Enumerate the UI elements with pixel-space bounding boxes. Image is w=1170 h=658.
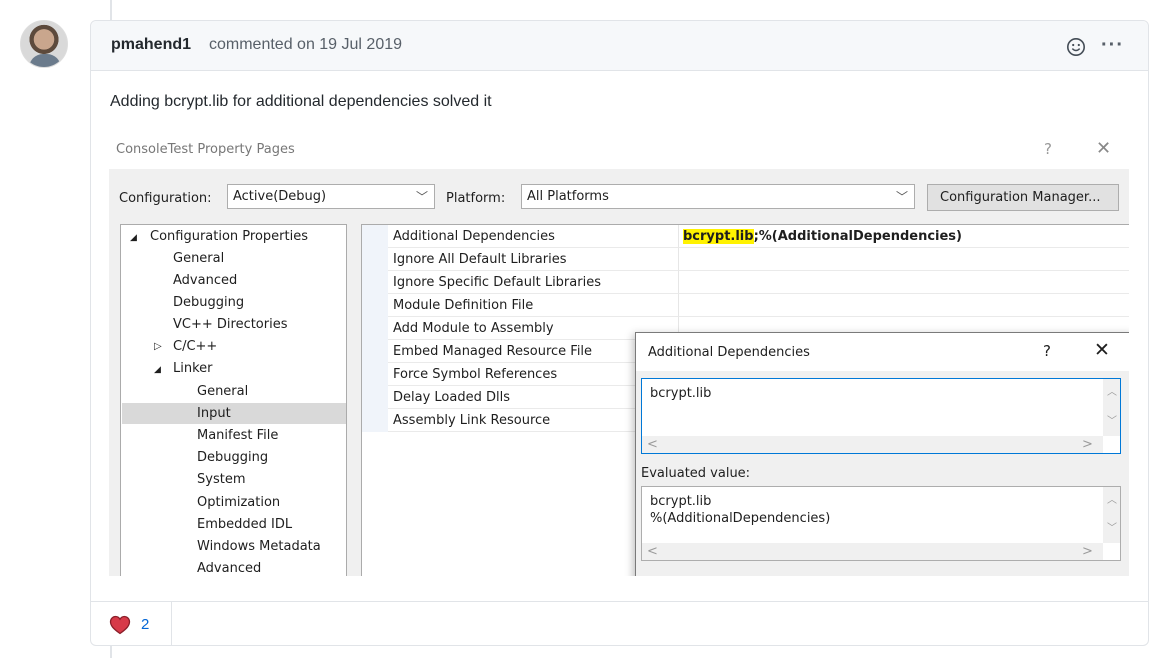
vertical-scrollbar[interactable]: ︿ ﹀ (1103, 379, 1120, 436)
reactions-bar: 2 (90, 601, 1149, 646)
window-title: ConsoleTest Property Pages (116, 142, 295, 157)
dependencies-edit-value: bcrypt.lib (650, 386, 712, 401)
tree-selection (122, 403, 346, 424)
expand-icon[interactable]: ◢ (154, 365, 161, 375)
configuration-label: Configuration: (119, 191, 212, 206)
comment-body: Adding bcrypt.lib for additional depende… (110, 93, 492, 110)
embedded-screenshot: ConsoleTest Property Pages ? ✕ Configura… (109, 129, 1129, 576)
property-name: Add Module to Assembly (393, 321, 554, 336)
help-icon: ? (1044, 140, 1052, 158)
property-row[interactable]: Module Definition File (362, 294, 1129, 317)
configuration-dropdown[interactable]: Active(Debug) ﹀ (227, 184, 435, 209)
tree-item-linker-general[interactable]: General (197, 384, 248, 399)
collapsed-icon[interactable]: ▷ (154, 341, 162, 352)
horizontal-scrollbar[interactable]: < > (642, 543, 1103, 560)
property-name: Additional Dependencies (393, 229, 555, 244)
tree-item-advanced[interactable]: Advanced (173, 273, 237, 288)
ellipsis-icon[interactable]: ··· (1101, 34, 1124, 57)
evaluated-value-label: Evaluated value: (641, 466, 751, 481)
property-row[interactable]: Additional Dependencies bcrypt.lib;%(Add… (362, 225, 1129, 248)
tree-item-configuration-properties[interactable]: Configuration Properties (150, 229, 308, 244)
expand-icon[interactable]: ◢ (130, 233, 137, 243)
comment-timestamp[interactable]: commented on 19 Jul 2019 (209, 36, 402, 54)
tree-item-optimization[interactable]: Optimization (197, 495, 280, 510)
help-icon[interactable]: ? (1043, 342, 1051, 360)
platform-value: All Platforms (527, 189, 609, 204)
tree-item-vc-directories[interactable]: VC++ Directories (173, 317, 288, 332)
vertical-scrollbar[interactable]: ︿ ﹀ (1103, 487, 1120, 543)
property-name: Ignore Specific Default Libraries (393, 275, 601, 290)
property-name: Force Symbol References (393, 367, 558, 382)
tree-item-system[interactable]: System (197, 472, 245, 487)
tree-item-embedded-idl[interactable]: Embedded IDL (197, 517, 292, 532)
chevron-down-icon: ﹀ (415, 190, 428, 204)
property-name: Assembly Link Resource (393, 413, 551, 428)
horizontal-scrollbar[interactable]: < > (642, 436, 1103, 453)
tree-item-cpp[interactable]: C/C++ (173, 339, 217, 354)
platform-label: Platform: (446, 191, 506, 206)
comment-author-link[interactable]: pmahend1 (111, 36, 191, 54)
close-icon[interactable]: ✕ (1094, 339, 1110, 361)
highlighted-value: bcrypt.lib (683, 229, 754, 244)
evaluated-value-box: bcrypt.lib %(AdditionalDependencies) ︿ ﹀… (641, 486, 1121, 561)
property-name: Embed Managed Resource File (393, 344, 593, 359)
tree-item-windows-metadata[interactable]: Windows Metadata (197, 539, 321, 554)
tree-item-linker[interactable]: Linker (173, 361, 213, 376)
additional-dependencies-dialog: Additional Dependencies ? ✕ bcrypt.lib ︿… (635, 332, 1129, 576)
avatar[interactable] (20, 20, 68, 68)
comment-header: pmahend1 commented on 19 Jul 2019 ··· (91, 21, 1148, 71)
tree-item-linker-input[interactable]: Input (197, 406, 231, 421)
dialog-titlebar: Additional Dependencies ? ✕ (636, 333, 1129, 371)
configuration-manager-button[interactable]: Configuration Manager... (927, 184, 1119, 211)
property-name: Ignore All Default Libraries (393, 252, 567, 267)
tree-item-debugging[interactable]: Debugging (173, 295, 244, 310)
property-tree: ◢ Configuration Properties General Advan… (120, 224, 347, 576)
property-value[interactable] (678, 271, 1129, 294)
tree-item-manifest-file[interactable]: Manifest File (197, 428, 278, 443)
platform-dropdown[interactable]: All Platforms ﹀ (521, 184, 915, 209)
property-value[interactable]: bcrypt.lib;%(AdditionalDependencies) (678, 225, 1129, 248)
tree-item-general[interactable]: General (173, 251, 224, 266)
property-value[interactable] (678, 248, 1129, 271)
heart-icon (109, 615, 131, 635)
chevron-down-icon: ﹀ (895, 190, 908, 204)
heart-reaction-button[interactable]: 2 (90, 602, 172, 646)
property-name: Module Definition File (393, 298, 534, 313)
close-icon: ✕ (1096, 138, 1112, 159)
reaction-count: 2 (141, 616, 150, 633)
smile-icon[interactable] (1066, 37, 1086, 57)
tree-item-linker-debugging[interactable]: Debugging (197, 450, 268, 465)
dialog-title: Additional Dependencies (648, 345, 810, 360)
property-value[interactable] (678, 294, 1129, 317)
property-name: Delay Loaded Dlls (393, 390, 510, 405)
tree-item-linker-advanced[interactable]: Advanced (197, 561, 261, 576)
property-row[interactable]: Ignore Specific Default Libraries (362, 271, 1129, 294)
dependencies-edit-box[interactable]: bcrypt.lib ︿ ﹀ < > (641, 378, 1121, 454)
value-rest: ;%(AdditionalDependencies) (753, 229, 962, 244)
property-row[interactable]: Ignore All Default Libraries (362, 248, 1129, 271)
evaluated-value-text: bcrypt.lib %(AdditionalDependencies) (650, 494, 831, 526)
configuration-value: Active(Debug) (233, 189, 327, 204)
